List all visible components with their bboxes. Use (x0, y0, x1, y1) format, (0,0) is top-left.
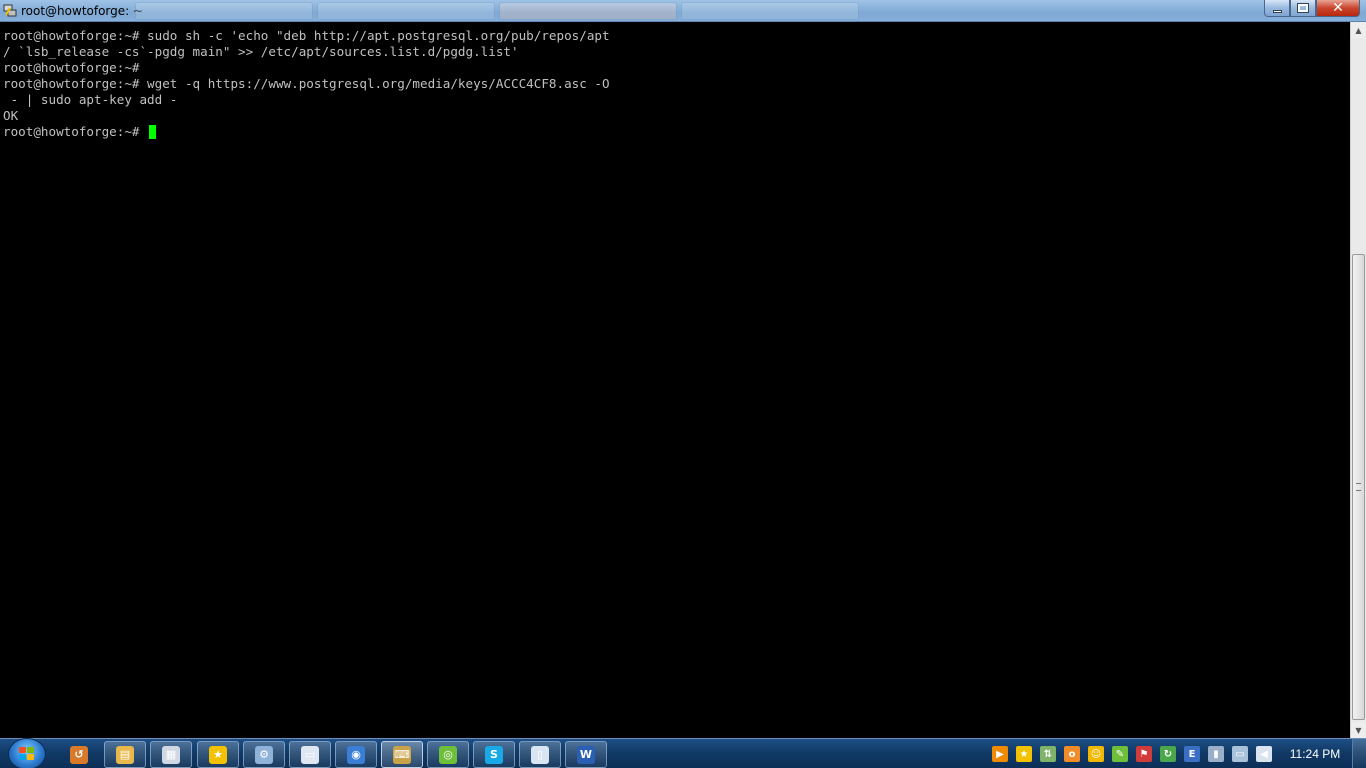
taskbar-putty-button[interactable]: ⌨ (381, 741, 423, 768)
terminal-line: - | sudo apt-key add - (3, 92, 178, 107)
terminal-prompt: root@howtoforge:~# (3, 124, 148, 139)
windows-start-icon (19, 747, 35, 761)
taskbar-notepad-button[interactable]: ▭ (289, 741, 331, 768)
system-tray: ▶ ★ ⇅ o ☺ ✎ ⚑ ↻ E ▮ ▭ ◀ 11:24 PM (988, 739, 1366, 768)
star-tray-icon[interactable]: ★ (1016, 746, 1032, 762)
terminal-prompt-line[interactable]: root@howtoforge:~# (3, 124, 1350, 140)
taskbar: ↺ ▤ ▦ ★ ⚙ ▭ ◉ ⌨ ◎ S ▯ W ▶ ★ ⇅ o ☺ ✎ ⚑ ↻ E ▮ ▭ ◀ 11:24 PM (0, 738, 1366, 768)
favorites-icon: ★ (209, 745, 227, 764)
sync-tray-icon[interactable]: ✎ (1112, 746, 1128, 762)
start-button[interactable] (8, 738, 46, 768)
network-icon: ⚙ (255, 745, 273, 764)
show-desktop-button[interactable] (1352, 739, 1366, 768)
device-tray-icon[interactable]: ▮ (1208, 746, 1224, 762)
maximize-icon (1297, 3, 1309, 13)
terminal-cursor (149, 125, 157, 139)
word-icon: W (577, 745, 595, 764)
skype-icon: S (485, 745, 503, 764)
background-browser-tabs (135, 2, 859, 20)
taskbar-document-button[interactable]: ▯ (519, 741, 561, 768)
window-title-bar[interactable]: root@howtoforge: ~ ✕ (0, 0, 1366, 22)
taskbar-app-1-button[interactable]: ↺ (58, 741, 100, 768)
taskbar-calculator-button[interactable]: ▦ (150, 741, 192, 768)
explorer-icon: ▤ (116, 745, 134, 764)
terminal-line: / `lsb_release -cs`-pgdg main" >> /etc/a… (3, 44, 519, 59)
taskbar-browser-button[interactable]: ◉ (335, 741, 377, 768)
scroll-down-arrow-icon[interactable]: ▼ (1351, 722, 1366, 738)
flag-tray-icon[interactable]: ⚑ (1136, 746, 1152, 762)
notepad-icon: ▭ (301, 745, 319, 764)
browser-icon: ◉ (347, 745, 365, 764)
window-title: root@howtoforge: ~ (21, 3, 144, 18)
scrollbar-thumb[interactable] (1352, 254, 1365, 720)
network-tray-icon[interactable]: ⇅ (1040, 746, 1056, 762)
terminal-line: root@howtoforge:~# (3, 60, 140, 75)
taskbar-explorer-button[interactable]: ▤ (104, 741, 146, 768)
close-button[interactable]: ✕ (1316, 0, 1360, 17)
taskbar-green-app-button[interactable]: ◎ (427, 741, 469, 768)
minimize-button[interactable] (1264, 0, 1290, 17)
scroll-up-arrow-icon[interactable]: ▲ (1351, 22, 1366, 38)
scrollbar-grip-icon (1356, 483, 1361, 491)
document-icon: ▯ (531, 745, 549, 764)
taskbar-favorites-button[interactable]: ★ (197, 741, 239, 768)
monitor-tray-icon[interactable]: ▭ (1232, 746, 1248, 762)
e-tray-icon[interactable]: E (1184, 746, 1200, 762)
taskbar-word-button[interactable]: W (565, 741, 607, 768)
orange-tray-icon[interactable]: o (1064, 746, 1080, 762)
taskbar-skype-button[interactable]: S (473, 741, 515, 768)
smiley-tray-icon[interactable]: ☺ (1088, 746, 1104, 762)
taskbar-network-button[interactable]: ⚙ (243, 741, 285, 768)
maximize-button[interactable] (1290, 0, 1316, 17)
calculator-icon: ▦ (162, 745, 180, 764)
terminal-output[interactable]: root@howtoforge:~# sudo sh -c 'echo "deb… (0, 22, 1350, 738)
vertical-scrollbar[interactable]: ▲ ▼ (1350, 22, 1366, 738)
terminal-line: root@howtoforge:~# wget -q https://www.p… (3, 76, 610, 91)
minimize-icon (1272, 9, 1282, 13)
green-app-icon: ◎ (439, 745, 457, 764)
terminal-line: OK (3, 108, 19, 123)
terminal-line: root@howtoforge:~# sudo sh -c 'echo "deb… (3, 28, 610, 43)
volume-tray-icon[interactable]: ◀ (1256, 746, 1272, 762)
clock[interactable]: 11:24 PM (1288, 747, 1342, 761)
update-tray-icon[interactable]: ↻ (1160, 746, 1176, 762)
close-icon: ✕ (1332, 0, 1344, 16)
media-icon[interactable]: ▶ (992, 746, 1008, 762)
putty-icon[interactable] (3, 4, 17, 18)
putty-icon: ⌨ (393, 745, 411, 764)
app-icon-1: ↺ (70, 745, 88, 764)
